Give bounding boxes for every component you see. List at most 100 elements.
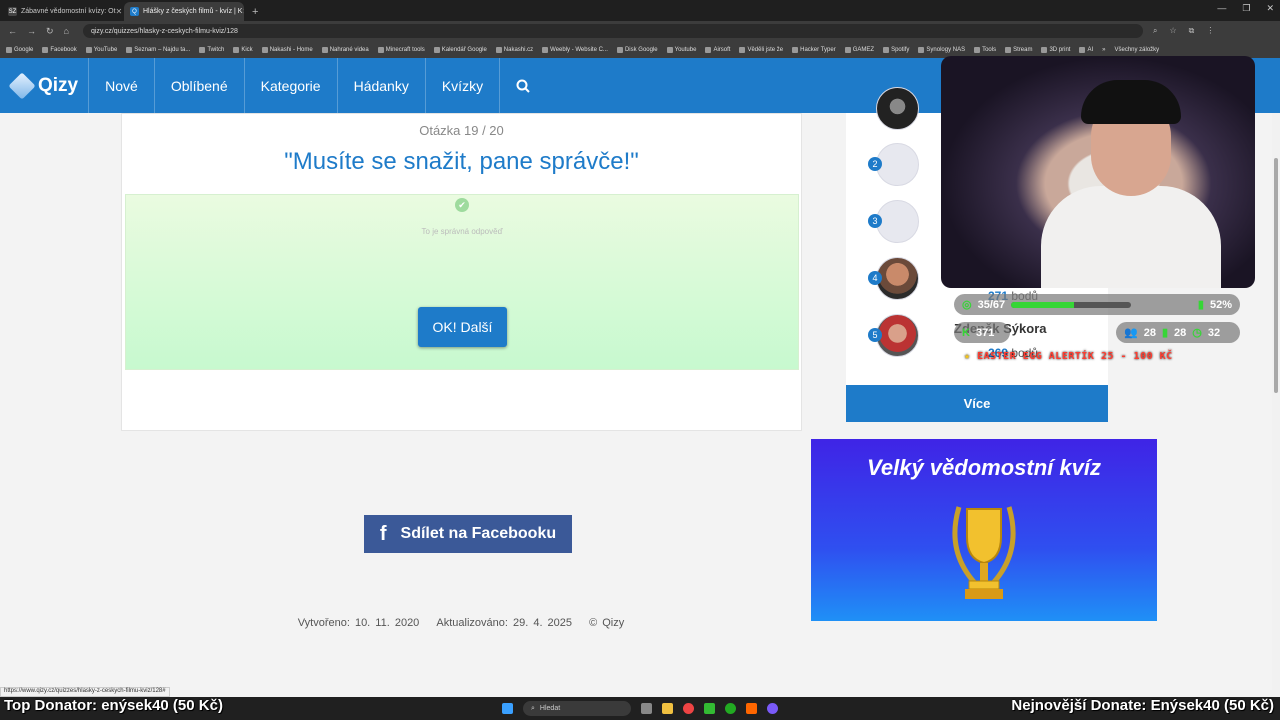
bookmark-item[interactable]: Nakashi - Home	[261, 46, 313, 53]
bookmark-item[interactable]: Seznam – Najdu ta...	[126, 46, 190, 53]
logo-cube-icon	[8, 71, 36, 100]
menu-icon[interactable]: ⋮	[1206, 26, 1214, 36]
kick-icon: K	[962, 326, 970, 339]
bookmark-label: Spotify	[891, 46, 910, 53]
bookmark-label: Disk Google	[624, 46, 658, 53]
discord-icon[interactable]	[767, 703, 778, 714]
bookmark-item[interactable]: Spotify	[883, 46, 910, 53]
bookmark-icon	[433, 46, 440, 53]
nav-categories[interactable]: Kategorie	[245, 58, 338, 113]
question-title: "Musíte se snažit, pane správče!"	[284, 148, 639, 175]
webcam-cap	[1081, 80, 1181, 124]
ad-title: Velký vědomostní kvíz	[867, 455, 1101, 480]
forward-icon[interactable]: →	[27, 26, 36, 37]
taskbar-search[interactable]: ⌕ Hledat	[523, 701, 631, 716]
extensions-icon[interactable]: ⧉	[1189, 26, 1195, 36]
bookmark-item[interactable]: Hacker Typer	[792, 46, 836, 53]
bookmark-star-icon[interactable]: ☆	[1169, 26, 1176, 36]
excel-icon[interactable]	[704, 703, 715, 714]
bookmark-item[interactable]: Minecraft tools	[377, 46, 425, 53]
bookmark-item[interactable]: Youtube	[666, 46, 696, 53]
bookmark-item[interactable]: Nakashi.cz	[495, 46, 533, 53]
leaderboard-row[interactable]: 5	[868, 314, 919, 358]
bookmark-item[interactable]: GAMEZ	[844, 46, 874, 53]
bookmark-item[interactable]: Disk Google	[616, 46, 658, 53]
tab-quiz-active[interactable]: Q Hlášky z českých filmů - kvíz | K ✕	[124, 2, 244, 21]
back-icon[interactable]: ←	[8, 26, 17, 37]
minimize-icon[interactable]: —	[1217, 3, 1226, 14]
tab-quizzes[interactable]: SZ Zábavné vědomostní kvízy: Ot ✕	[2, 2, 122, 21]
bookmark-item[interactable]: Nahrané videa	[321, 46, 369, 53]
new-tab-icon[interactable]: +	[252, 2, 258, 21]
nav-popular[interactable]: Oblíbené	[155, 58, 245, 113]
bookmark-item[interactable]: Kalendář Google	[433, 46, 487, 53]
scrollbar-thumb[interactable]	[1274, 158, 1278, 393]
bookmarks-more[interactable]: »	[1102, 47, 1105, 53]
next-button[interactable]: OK! Další	[418, 307, 507, 347]
logo-text: Qizy	[38, 74, 79, 96]
maximize-icon[interactable]: ❐	[1242, 3, 1250, 14]
search-icon[interactable]	[500, 58, 546, 113]
more-button[interactable]: Více	[846, 385, 1108, 422]
bookmark-item[interactable]: Kick	[233, 46, 253, 53]
rank-badge: 2	[868, 157, 882, 171]
app-icon[interactable]	[746, 703, 757, 714]
webcam-shirt	[1041, 186, 1221, 288]
tab-favicon: SZ	[8, 7, 17, 16]
bookmark-icon	[705, 46, 712, 53]
bookmark-item[interactable]: Google	[6, 46, 33, 53]
bookmark-icon	[974, 46, 981, 53]
bookmark-label: Věděli jste že	[747, 46, 784, 53]
zoom-icon[interactable]: ⌕	[1153, 26, 1157, 36]
bookmark-item[interactable]: Facebook	[42, 46, 77, 53]
nav-new[interactable]: Nové	[89, 58, 155, 113]
star-icon: ★	[964, 351, 971, 362]
scrollbar[interactable]	[1272, 113, 1280, 690]
question-progress: Otázka 19 / 20	[419, 123, 504, 138]
close-icon[interactable]: ✕	[116, 7, 122, 16]
bookmark-item[interactable]: Stream	[1005, 46, 1032, 53]
rank-badge: 5	[868, 328, 882, 342]
reload-icon[interactable]: ↻	[46, 26, 54, 37]
bookmark-item[interactable]: Airsoft	[705, 46, 730, 53]
leaderboard-row[interactable]: 2	[868, 143, 919, 187]
bookmark-item[interactable]: Tools	[974, 46, 996, 53]
leaderboard-row[interactable]: 4	[868, 257, 919, 301]
bookmark-icon	[844, 46, 851, 53]
bookmark-label: Kalendář Google	[441, 46, 487, 53]
bookmark-item[interactable]: 3D print	[1041, 46, 1070, 53]
tab-title: Zábavné vědomostní kvízy: Ot	[21, 8, 116, 15]
bookmark-item[interactable]: Weebly - Website C...	[542, 46, 608, 53]
progress-overlay: ◎ 35/67 ▮ 52%	[954, 294, 1240, 315]
target-icon: ◎	[962, 299, 972, 311]
url-text: qizy.cz/quizzes/hlasky-z-ceskych-filmu-k…	[90, 27, 238, 35]
app-icon[interactable]	[725, 703, 736, 714]
bookmark-label: Minecraft tools	[385, 46, 425, 53]
task-view-icon[interactable]	[641, 703, 652, 714]
all-bookmarks[interactable]: Všechny záložky	[1114, 47, 1159, 53]
avatar	[876, 314, 919, 357]
chrome-icon[interactable]	[683, 703, 694, 714]
file-explorer-icon[interactable]	[662, 703, 673, 714]
stats-overlay: 👥 28 ▮ 28 ◷ 32	[1116, 322, 1240, 343]
ad-banner[interactable]: Velký vědomostní kvíz	[811, 439, 1157, 621]
home-icon[interactable]: ⌂	[64, 26, 69, 37]
bookmark-item[interactable]: Twitch	[199, 46, 224, 53]
leaderboard-row[interactable]: 3	[868, 200, 919, 244]
nav-quizzes[interactable]: Kvízky	[426, 58, 501, 113]
close-window-icon[interactable]: ✕	[1266, 3, 1274, 14]
quiz-card: Otázka 19 / 20 "Musíte se snažit, pane s…	[121, 113, 802, 431]
facebook-share-button[interactable]: f Sdílet na Facebooku	[364, 515, 572, 553]
bookmark-item[interactable]: Synology NAS	[918, 46, 965, 53]
url-input[interactable]: qizy.cz/quizzes/hlasky-z-ceskych-filmu-k…	[82, 24, 1143, 38]
facebook-share-label: Sdílet na Facebooku	[400, 525, 557, 542]
bookmark-item[interactable]: Věděli jste že	[739, 46, 784, 53]
bookmark-item[interactable]: AI	[1079, 46, 1093, 53]
close-icon[interactable]: ✕	[242, 7, 244, 16]
windows-start-icon[interactable]	[502, 703, 513, 714]
bookmark-icon	[542, 46, 549, 53]
qizy-logo[interactable]: Qizy	[8, 58, 90, 113]
bookmark-item[interactable]: YouTube	[85, 46, 117, 53]
nav-riddles[interactable]: Hádanky	[338, 58, 426, 113]
address-bar: ← → ↻ ⌂ qizy.cz/quizzes/hlasky-z-ceskych…	[0, 21, 1280, 41]
